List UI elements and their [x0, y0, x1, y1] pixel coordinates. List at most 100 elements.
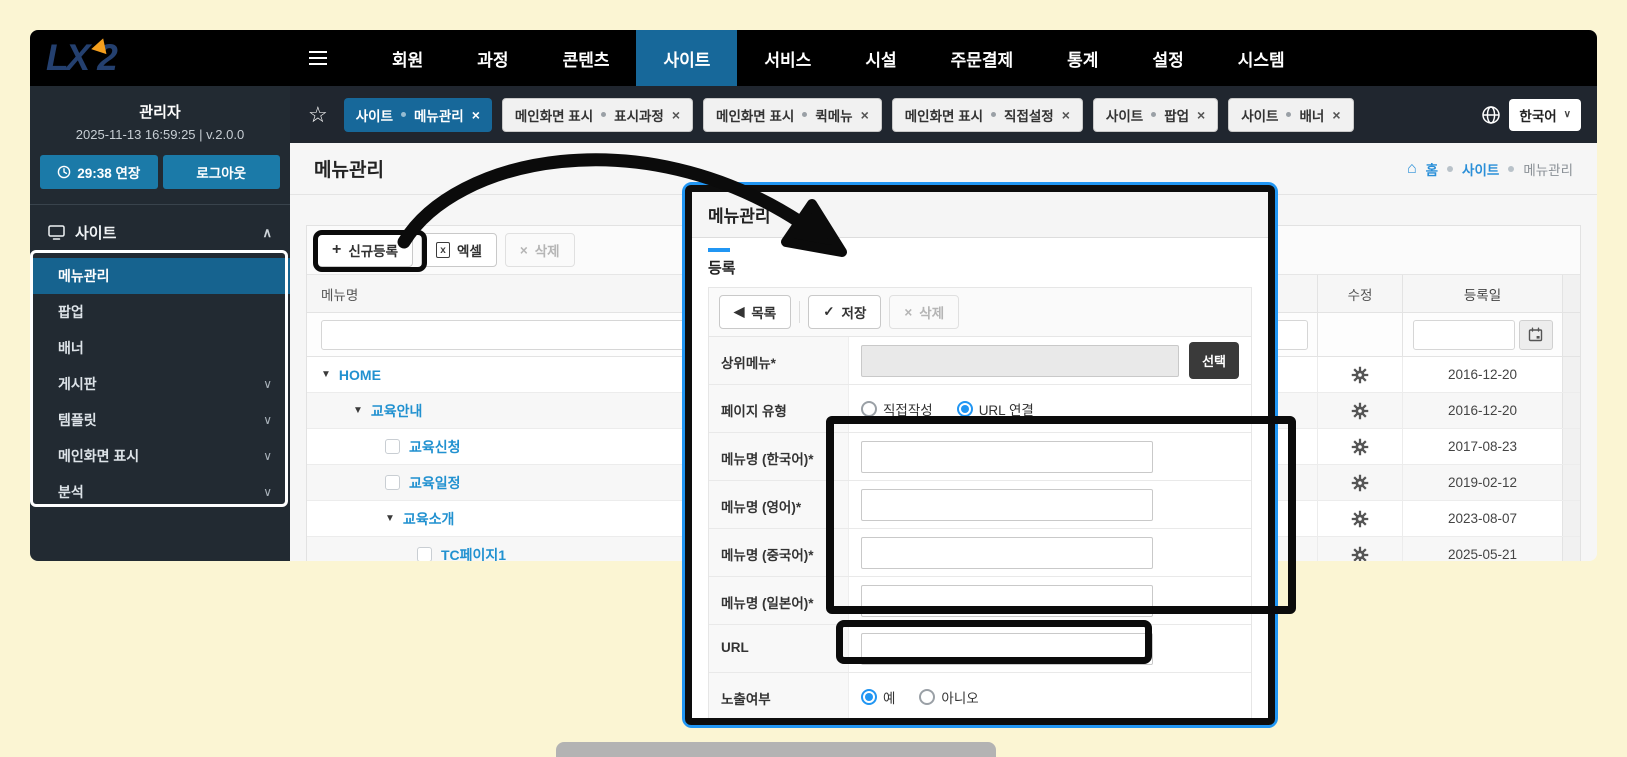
dot-separator	[401, 112, 406, 117]
sidebar-item-analytics[interactable]: 분석 ∨	[30, 474, 290, 510]
radio-visible-no[interactable]	[919, 689, 936, 705]
gear-icon[interactable]	[1351, 366, 1369, 384]
nav-label: 시설	[865, 50, 897, 70]
radio-url-link[interactable]	[956, 400, 973, 417]
session-extend-label: 29:38 연장	[77, 166, 141, 181]
nav-item-site[interactable]: 사이트	[636, 30, 738, 86]
back-to-list-button[interactable]: ◀ 목록	[719, 295, 792, 329]
form-row-name-en: 메뉴명 (영어)*	[709, 481, 1251, 529]
row-checkbox[interactable]	[385, 439, 400, 454]
top-navbar: LX 2 회원 과정 콘텐츠 사이트 서비스 시설 주문결제 통계 설정 시스템	[30, 30, 1597, 86]
close-icon: ×	[904, 304, 913, 320]
row-checkbox[interactable]	[385, 475, 400, 490]
hamburger-menu-icon[interactable]	[299, 30, 337, 86]
radio-direct-write[interactable]	[861, 400, 877, 417]
sidebar-item-label: 게시판	[58, 376, 97, 392]
logout-button[interactable]: 로그아웃	[162, 155, 280, 189]
sidebar-item-template[interactable]: 템플릿 ∨	[30, 402, 290, 438]
language-select[interactable]: 한국어 ∨	[1509, 98, 1581, 131]
sidebar-item-banner[interactable]: 배너	[30, 330, 290, 366]
calendar-button[interactable]	[1518, 319, 1553, 350]
expand-triangle-icon[interactable]: ▼	[385, 513, 395, 524]
nav-item-members[interactable]: 회원	[365, 30, 450, 86]
expand-triangle-icon[interactable]: ▼	[321, 369, 331, 380]
breadcrumb: ⌂ 홈 사이트 메뉴관리	[1407, 159, 1573, 179]
tree-link[interactable]: TC페이지1	[441, 545, 506, 562]
dot-separator	[1151, 112, 1157, 117]
gear-icon[interactable]	[1351, 474, 1369, 492]
nav-item-orders[interactable]: 주문결제	[924, 30, 1041, 86]
session-extend-button[interactable]: 29:38 연장	[40, 155, 158, 189]
tab-site-banner[interactable]: 사이트 배너 ×	[1228, 97, 1354, 132]
app-logo[interactable]: LX 2	[30, 30, 265, 86]
save-button[interactable]: ✓ 저장	[808, 295, 882, 329]
nav-label: 사이트	[663, 50, 711, 70]
nav-label: 주문결제	[950, 50, 1014, 70]
chevron-down-icon: ∨	[263, 413, 272, 427]
excel-export-button[interactable]: x 엑셀	[421, 233, 497, 267]
excel-label: 엑셀	[457, 244, 482, 259]
tab-site-menu-management[interactable]: 사이트 메뉴관리 ×	[343, 97, 492, 132]
close-icon[interactable]: ×	[1332, 107, 1340, 123]
dot-separator	[601, 112, 607, 117]
nav-item-services[interactable]: 서비스	[737, 30, 838, 86]
sidebar-item-popup[interactable]: 팝업	[30, 294, 290, 330]
expand-triangle-icon[interactable]: ▼	[353, 405, 363, 416]
open-tabs-bar: ☆ 사이트 메뉴관리 × 메인화면 표시 표시과정 × 메인화면 표시 퀵메뉴 × 메인화면…	[290, 86, 1597, 143]
logo-text: LX	[46, 37, 90, 78]
reg-date-filter-input[interactable]	[1412, 319, 1515, 350]
sidebar-item-board[interactable]: 게시판 ∨	[30, 366, 290, 402]
scroll-gutter	[1562, 501, 1580, 536]
tab-main-display-quickmenu[interactable]: 메인화면 표시 퀵메뉴 ×	[703, 97, 882, 132]
new-register-button[interactable]: + 신규등록	[317, 233, 414, 267]
close-icon[interactable]: ×	[861, 107, 869, 123]
nav-item-settings[interactable]: 설정	[1125, 30, 1210, 86]
dialog-delete-button[interactable]: × 삭제	[889, 295, 960, 329]
column-header-edit: 수정	[1317, 275, 1402, 312]
nav-item-courses[interactable]: 과정	[450, 30, 535, 86]
url-input[interactable]	[861, 632, 1153, 665]
breadcrumb-site[interactable]: 사이트	[1462, 159, 1499, 179]
menu-name-zh-input[interactable]	[861, 536, 1153, 569]
delete-button[interactable]: × 삭제	[504, 233, 575, 267]
sidebar-item-menu-management[interactable]: 메뉴관리	[30, 258, 290, 294]
sidebar-section-site[interactable]: 사이트 ∧	[30, 205, 290, 258]
nav-item-system[interactable]: 시스템	[1211, 30, 1312, 86]
gear-icon[interactable]	[1351, 438, 1369, 456]
radio-visible-yes[interactable]	[861, 689, 877, 705]
star-icon[interactable]: ☆	[308, 102, 328, 128]
menu-name-en-input[interactable]	[861, 488, 1153, 521]
close-icon[interactable]: ×	[472, 107, 480, 123]
tree-link[interactable]: HOME	[339, 367, 381, 383]
gear-icon[interactable]	[1351, 510, 1369, 528]
close-icon[interactable]: ×	[1062, 107, 1070, 123]
parent-menu-input[interactable]	[861, 344, 1180, 377]
gear-icon[interactable]	[1351, 546, 1369, 562]
sidebar-menu: 메뉴관리 팝업 배너 게시판 ∨ 템플릿 ∨ 메인화면 표시 ∨ 분석 ∨	[30, 258, 290, 510]
tab-group: 사이트	[355, 108, 393, 124]
new-register-label: 신규등록	[348, 244, 399, 259]
tab-main-display-courses[interactable]: 메인화면 표시 표시과정 ×	[501, 97, 694, 132]
tab-group: 사이트	[1241, 108, 1279, 124]
select-parent-button[interactable]: 선택	[1189, 342, 1239, 379]
nav-item-facilities[interactable]: 시설	[838, 30, 923, 86]
row-checkbox[interactable]	[417, 547, 432, 561]
scroll-gutter	[1562, 393, 1580, 428]
sidebar-item-main-display[interactable]: 메인화면 표시 ∨	[30, 438, 290, 474]
gear-icon[interactable]	[1351, 402, 1369, 420]
tree-link[interactable]: 교육안내	[371, 401, 423, 421]
tab-main-display-custom[interactable]: 메인화면 표시 직접설정 ×	[891, 97, 1083, 132]
tree-link[interactable]: 교육신청	[409, 437, 461, 457]
section-accent-bar	[708, 248, 730, 252]
breadcrumb-home[interactable]: 홈	[1426, 159, 1438, 179]
nav-item-contents[interactable]: 콘텐츠	[536, 30, 637, 86]
scroll-gutter	[1562, 465, 1580, 500]
tree-link[interactable]: 교육소개	[403, 509, 455, 529]
close-icon[interactable]: ×	[672, 107, 680, 123]
tab-site-popup[interactable]: 사이트 팝업 ×	[1092, 97, 1219, 132]
tree-link[interactable]: 교육일정	[409, 473, 461, 493]
nav-item-statistics[interactable]: 통계	[1040, 30, 1125, 86]
close-icon[interactable]: ×	[1197, 107, 1205, 123]
menu-name-ko-input[interactable]	[861, 440, 1153, 473]
menu-name-ja-input[interactable]	[861, 584, 1153, 617]
